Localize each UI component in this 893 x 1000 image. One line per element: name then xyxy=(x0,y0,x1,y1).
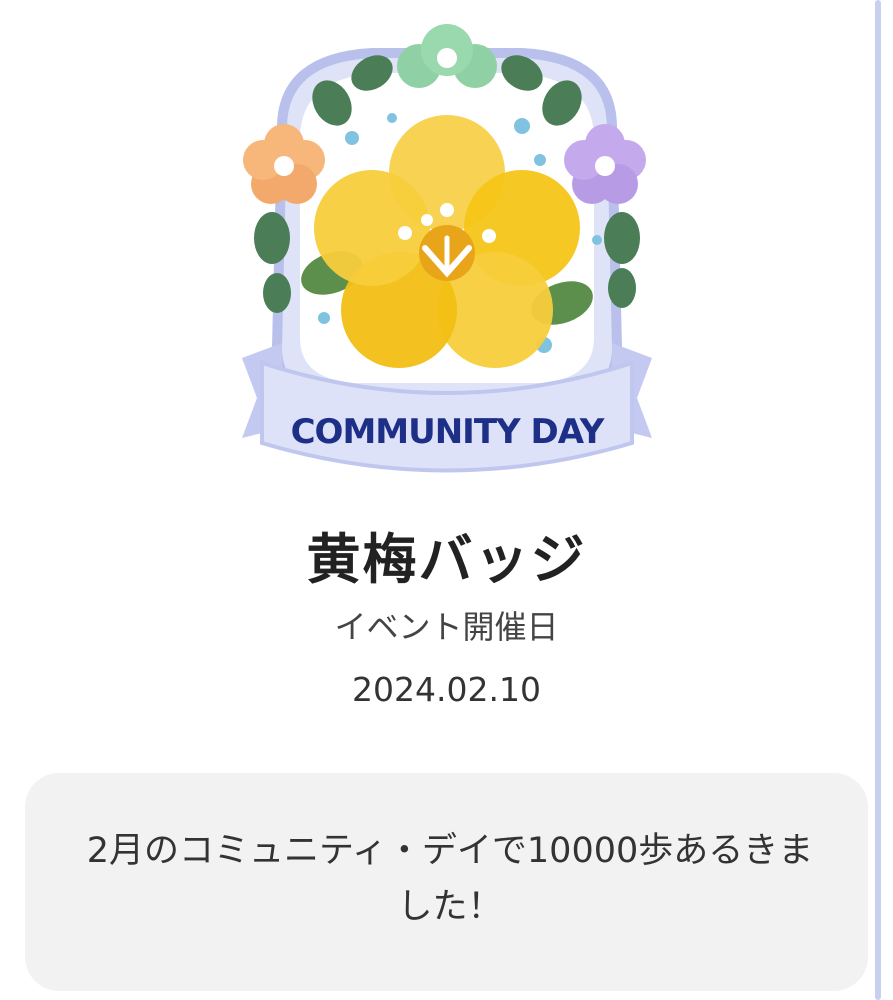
event-date-value: 2024.02.10 xyxy=(352,670,541,709)
badge-banner-text: COMMUNITY DAY xyxy=(291,412,605,452)
badge-image: COMMUNITY DAY xyxy=(222,18,672,488)
badge-name: 黄梅バッジ xyxy=(306,528,587,591)
event-date-label: イベント開催日 xyxy=(334,608,559,646)
scrollbar[interactable] xyxy=(875,0,881,1000)
badge-emblem: COMMUNITY DAY xyxy=(242,24,652,473)
description-text: 2月のコミュニティ・デイで10000歩あるきました！ xyxy=(86,831,814,927)
description-panel: 2月のコミュニティ・デイで10000歩あるきました！ xyxy=(25,773,868,991)
